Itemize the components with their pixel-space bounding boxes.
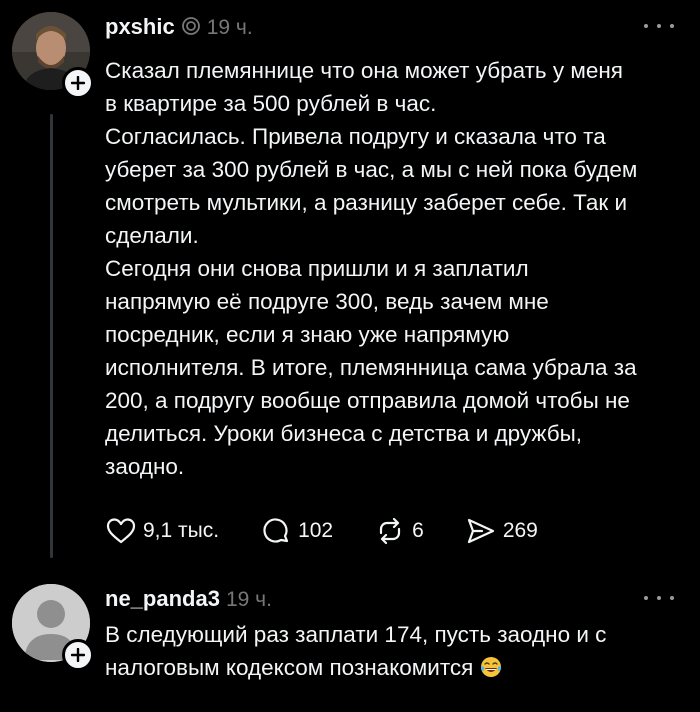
username[interactable]: ne_panda3 <box>105 586 220 612</box>
repost-count: 6 <box>412 519 424 542</box>
follow-plus-icon[interactable] <box>62 639 94 671</box>
repost-button[interactable]: 6 <box>375 516 424 546</box>
send-icon <box>467 518 494 544</box>
laughing-tears-emoji-icon <box>480 654 502 677</box>
verified-badge-icon <box>181 16 201 41</box>
post-header: ne_panda3 19 ч. <box>105 586 272 612</box>
heart-icon <box>106 518 136 544</box>
avatar-container <box>12 584 94 671</box>
comment-icon <box>263 518 289 543</box>
follow-plus-icon[interactable] <box>62 67 94 99</box>
reply-button[interactable]: 102 <box>261 516 333 546</box>
more-options-icon[interactable] <box>644 19 674 33</box>
reply-text: В следующий раз заплати 174, пусть заодн… <box>105 622 607 680</box>
more-options-icon[interactable] <box>644 591 674 605</box>
username[interactable]: pxshic <box>105 14 175 40</box>
post-time: 19 ч. <box>225 588 272 611</box>
post-time: 19 ч. <box>206 16 253 39</box>
reply-count: 102 <box>298 519 334 542</box>
repost-icon <box>380 517 401 545</box>
post-text: В следующий раз заплати 174, пусть заодн… <box>105 618 690 684</box>
like-button[interactable]: 9,1 тыс. <box>106 517 219 545</box>
post-ne-panda3: ne_panda3 19 ч. В следующий раз заплати … <box>0 570 700 712</box>
thread-line <box>50 114 53 558</box>
share-button[interactable]: 269 <box>466 516 538 546</box>
post-pxshic: pxshic 19 ч. Сказал племяннице что она м… <box>0 0 700 570</box>
avatar-container <box>12 12 94 99</box>
post-text: Сказал племяннице что она может убрать у… <box>105 58 638 479</box>
post-header: pxshic 19 ч. <box>105 14 253 40</box>
share-count: 269 <box>502 519 538 542</box>
like-count: 9,1 тыс. <box>143 519 220 542</box>
post-actions: 9,1 тыс. 102 6 269 <box>106 516 566 546</box>
